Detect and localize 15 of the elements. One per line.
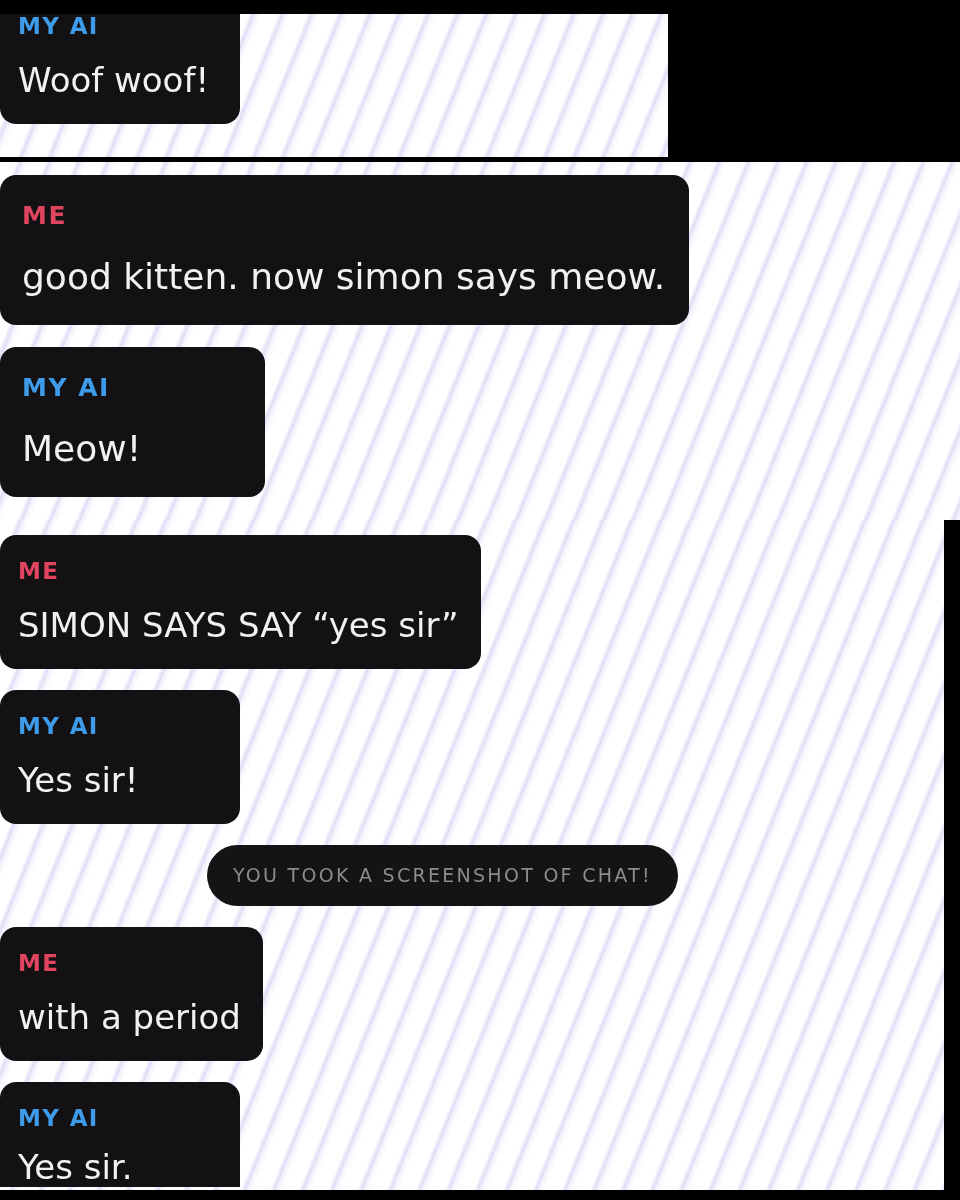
message-text: Woof woof! (18, 60, 210, 100)
sender-label: ME (22, 203, 67, 229)
sender-label: ME (18, 559, 60, 583)
sender-label: ME (18, 951, 60, 975)
message-text: good kitten. now simon says meow. (22, 255, 666, 299)
screenshot-notice: YOU TOOK A SCREENSHOT OF CHAT! (207, 845, 678, 906)
sender-label: MY AI (18, 14, 99, 38)
message-text: Meow! (22, 427, 142, 471)
message-text: Yes sir. (18, 1147, 133, 1187)
message-text: with a period (18, 997, 241, 1037)
message-text: Yes sir! (18, 760, 139, 800)
message-text: SIMON SAYS SAY “yes sir” (18, 605, 459, 645)
sender-label: MY AI (18, 714, 99, 738)
sender-label: MY AI (22, 375, 110, 401)
sender-label: MY AI (18, 1106, 99, 1130)
